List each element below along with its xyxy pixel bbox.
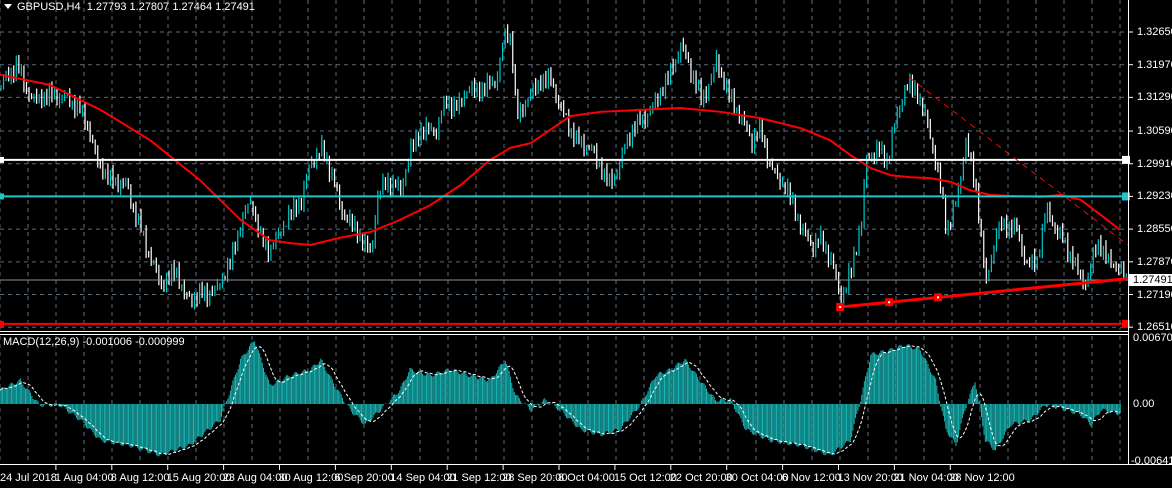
support-trendline: [840, 277, 1129, 309]
ohlc-values: 1.27793 1.27807 1.27464 1.27491: [86, 1, 255, 13]
time-axis-label: 22 Oct 20:00: [669, 472, 733, 484]
macd-header: MACD(12,26,9) -0.001006 -0.000999: [3, 336, 185, 348]
price-axis-label: 1.31970: [1137, 58, 1172, 71]
dropdown-triangle-icon[interactable]: [4, 4, 12, 9]
resistance-trendline-dashed: [908, 76, 1129, 246]
price-axis-label: 1.27190: [1137, 288, 1172, 301]
level-handle-red: [0, 320, 4, 327]
trading-chart-window: GBPUSD,H4 1.27793 1.27807 1.27464 1.2749…: [0, 0, 1172, 488]
time-axis-label: 30 Oct 04:00: [725, 472, 789, 484]
price-axis-label: 1.28550: [1137, 223, 1172, 236]
time-axis-label: 6 Sep 20:00: [334, 472, 394, 484]
trendline-anchor-dot: [936, 296, 939, 299]
price-axis-label: 1.27870: [1137, 255, 1172, 268]
price-axis-label: 1.29910: [1137, 157, 1172, 170]
chart-canvas[interactable]: [0, 0, 1172, 488]
level-handle-cyan: [0, 193, 4, 200]
time-axis-label: 8 Aug 12:00: [110, 472, 170, 484]
level-handle-white: [0, 156, 4, 163]
time-axis-label: 8 Oct 04:00: [558, 472, 615, 484]
time-axis-label: 28 Nov 12:00: [949, 472, 1015, 484]
price-axis-label: 1.30590: [1137, 125, 1172, 138]
macd-label: MACD(12,26,9): [3, 336, 80, 348]
time-axis-label: 15 Oct 12:00: [613, 472, 677, 484]
current-price-label: 1.27491: [1129, 274, 1172, 287]
time-axis-label: 24 Jul 2018: [0, 472, 57, 484]
trendline-anchor-dot: [888, 301, 891, 304]
price-axis-label: 1.29230: [1137, 190, 1172, 203]
symbol-label: GBPUSD,H4: [17, 1, 81, 13]
macd-axis-label: -0.006411: [1131, 455, 1172, 467]
price-axis-label: 1.32650: [1137, 26, 1172, 38]
macd-values: -0.001006 -0.000999: [82, 336, 185, 348]
price-axis-label: 1.31290: [1137, 91, 1172, 104]
macd-axis-label: 0.00: [1133, 398, 1155, 410]
trendline-anchor-dot: [839, 306, 842, 309]
time-axis-label: 6 Nov 12:00: [781, 472, 841, 484]
chart-header: GBPUSD,H4 1.27793 1.27807 1.27464 1.2749…: [4, 1, 255, 13]
time-axis-label: 1 Aug 04:00: [54, 472, 114, 484]
macd-axis-label: 0.006705: [1133, 332, 1172, 344]
